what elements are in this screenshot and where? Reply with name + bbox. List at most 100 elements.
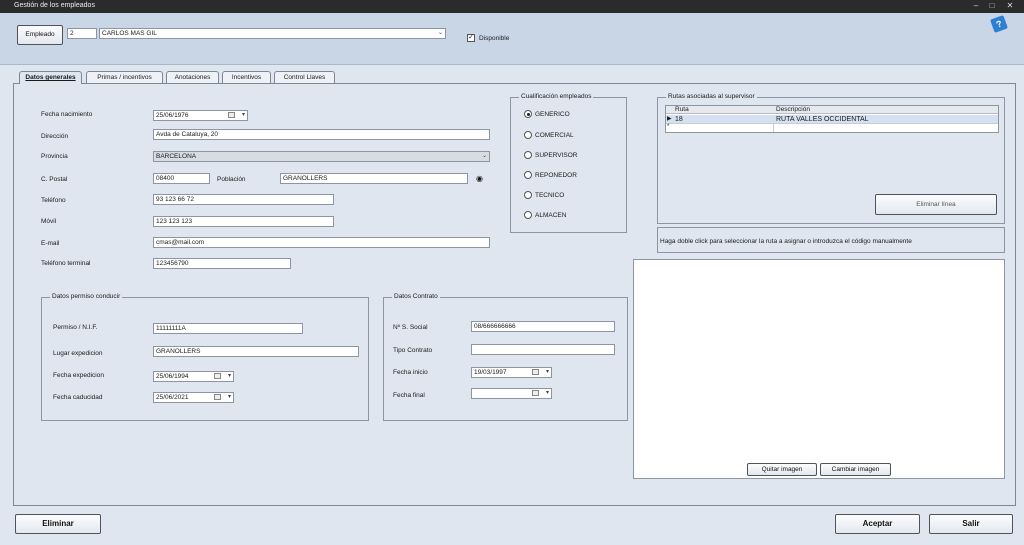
chevron-down-icon: ▾ — [241, 112, 245, 118]
window-title: Gestión de los empleados — [14, 2, 95, 9]
delete-button[interactable]: Eliminar — [15, 514, 101, 534]
title-bar: Gestión de los empleados – □ ✕ — [0, 0, 1024, 13]
phone-field[interactable]: 93 123 66 72 — [153, 194, 334, 205]
exit-button[interactable]: Salir — [929, 514, 1013, 534]
route-code: 18 — [675, 116, 683, 123]
employee-header — [0, 13, 1024, 65]
tab-anotaciones[interactable]: Anotaciones — [166, 71, 219, 83]
routes-table[interactable]: Ruta Descripción ▶ 18 RUTA VALLES OCCIDE… — [665, 105, 999, 133]
birth-date-value: 25/06/1976 — [156, 112, 189, 119]
tab-primas-incentivos[interactable]: Primas / incentivos — [86, 71, 163, 83]
qualification-title: Cualificación empleados — [519, 93, 594, 100]
available-label: Disponible — [479, 35, 510, 42]
column-descripcion: Descripción — [776, 106, 810, 113]
option-label: GENERICO — [535, 111, 570, 118]
end-date-label: Fecha final — [393, 392, 425, 399]
birth-date-label: Fecha nacimiento — [41, 111, 93, 118]
contract-group: Datos Contrato — [383, 293, 628, 421]
contract-type-label: Tipo Contrato — [393, 347, 433, 354]
delete-line-button[interactable]: Eliminar línea — [875, 194, 997, 215]
route-description: RUTA VALLES OCCIDENTAL — [776, 116, 869, 123]
tab-incentivos[interactable]: Incentivos — [222, 71, 271, 83]
option-label: ALMACEN — [535, 212, 567, 219]
column-ruta: Ruta — [675, 106, 689, 113]
calendar-icon — [532, 390, 539, 396]
table-row[interactable]: ▶ 18 RUTA VALLES OCCIDENTAL — [666, 115, 998, 124]
phone-label: Teléfono — [41, 197, 66, 204]
birth-date-field[interactable]: 25/06/1976 ▾ — [153, 110, 248, 121]
chevron-down-icon: ⌄ — [437, 30, 443, 36]
permit-nif-field[interactable]: 11111111A — [153, 323, 303, 334]
new-row-icon: * — [667, 124, 670, 130]
option-label: REPONEDOR — [535, 172, 577, 179]
close-icon[interactable]: ✕ — [1002, 0, 1018, 13]
terminal-phone-label: Teléfono terminal — [41, 260, 91, 267]
chevron-down-icon: ▾ — [545, 390, 549, 396]
start-date-field[interactable]: 19/03/1997 ▾ — [471, 367, 552, 378]
radio-reponedor[interactable] — [524, 171, 532, 179]
email-field[interactable]: cmas@mail.com — [153, 237, 490, 248]
employee-name-value: CARLOS MAS GIL — [102, 30, 157, 37]
available-checkbox[interactable]: ✓ — [467, 34, 475, 42]
terminal-phone-field[interactable]: 123456790 — [153, 258, 291, 269]
issue-date-field[interactable]: 25/06/1994 ▾ — [153, 371, 234, 382]
province-label: Provincia — [41, 153, 68, 160]
radio-tecnico[interactable] — [524, 191, 532, 199]
email-label: E-mail — [41, 240, 60, 247]
start-date-value: 19/03/1997 — [474, 369, 507, 376]
address-label: Dirección — [41, 133, 69, 140]
end-date-field[interactable]: ▾ — [471, 388, 552, 399]
tab-datos-generales[interactable]: Datos generales — [19, 71, 82, 84]
routes-hint-box: Haga doble click para seleccionar la rut… — [657, 227, 1005, 253]
minimize-icon[interactable]: – — [968, 0, 984, 13]
address-field[interactable]: Avda de Cataluya, 20 — [153, 129, 490, 140]
change-image-button[interactable]: Cambiar imagen — [820, 463, 891, 476]
new-row[interactable]: * — [666, 124, 998, 132]
driving-permit-title: Datos permiso conducir — [50, 293, 123, 300]
employee-button[interactable]: Empleado — [17, 25, 63, 45]
social-security-label: Nº S. Social — [393, 324, 428, 331]
eye-icon[interactable]: ◉ — [476, 175, 486, 183]
radio-almacen[interactable] — [524, 211, 532, 219]
issue-place-field[interactable]: GRANOLLERS — [153, 346, 359, 357]
chevron-down-icon: ▾ — [227, 373, 231, 379]
routes-title: Rutas asociadas al supervisor — [666, 93, 757, 100]
chevron-down-icon: ▾ — [227, 394, 231, 400]
contract-title: Datos Contrato — [392, 293, 440, 300]
mobile-field[interactable]: 123 123 123 — [153, 216, 334, 227]
option-label: TECNICO — [535, 192, 565, 199]
remove-image-button[interactable]: Quitar imagen — [747, 463, 817, 476]
option-label: SUPERVISOR — [535, 152, 578, 159]
town-field[interactable]: GRANOLLERS — [280, 173, 468, 184]
issue-date-value: 25/06/1994 — [156, 373, 189, 380]
issue-place-label: Lugar expedicion — [53, 350, 103, 357]
calendar-icon — [214, 394, 221, 400]
province-value: BARCELONA — [156, 153, 197, 160]
chevron-down-icon: ⌄ — [481, 153, 487, 159]
employee-image-box[interactable] — [633, 259, 1005, 479]
permit-nif-label: Permiso / N.I.F. — [53, 324, 98, 331]
routes-hint: Haga doble click para seleccionar la rut… — [660, 238, 912, 245]
chevron-down-icon: ▾ — [545, 369, 549, 375]
postal-code-field[interactable]: 08400 — [153, 173, 210, 184]
town-label: Población — [217, 176, 246, 183]
radio-supervisor[interactable] — [524, 151, 532, 159]
employee-id-field[interactable]: 2 — [67, 28, 97, 39]
calendar-icon — [228, 112, 235, 118]
employee-name-select[interactable]: CARLOS MAS GIL ⌄ — [99, 28, 446, 39]
row-pointer-icon: ▶ — [667, 116, 672, 122]
social-security-field[interactable]: 08/666666666 — [471, 321, 615, 332]
maximize-icon[interactable]: □ — [984, 0, 1000, 13]
radio-generico[interactable] — [524, 110, 532, 118]
expiry-date-value: 25/06/2021 — [156, 394, 189, 401]
start-date-label: Fecha inicio — [393, 369, 428, 376]
accept-button[interactable]: Aceptar — [835, 514, 920, 534]
tab-control-llaves[interactable]: Control Llaves — [274, 71, 335, 83]
expiry-date-field[interactable]: 25/06/2021 ▾ — [153, 392, 234, 403]
province-select[interactable]: BARCELONA ⌄ — [153, 151, 490, 162]
calendar-icon — [532, 369, 539, 375]
radio-comercial[interactable] — [524, 131, 532, 139]
expiry-date-label: Fecha caducidad — [53, 394, 103, 401]
contract-type-field[interactable] — [471, 344, 615, 355]
mobile-label: Móvil — [41, 218, 57, 225]
